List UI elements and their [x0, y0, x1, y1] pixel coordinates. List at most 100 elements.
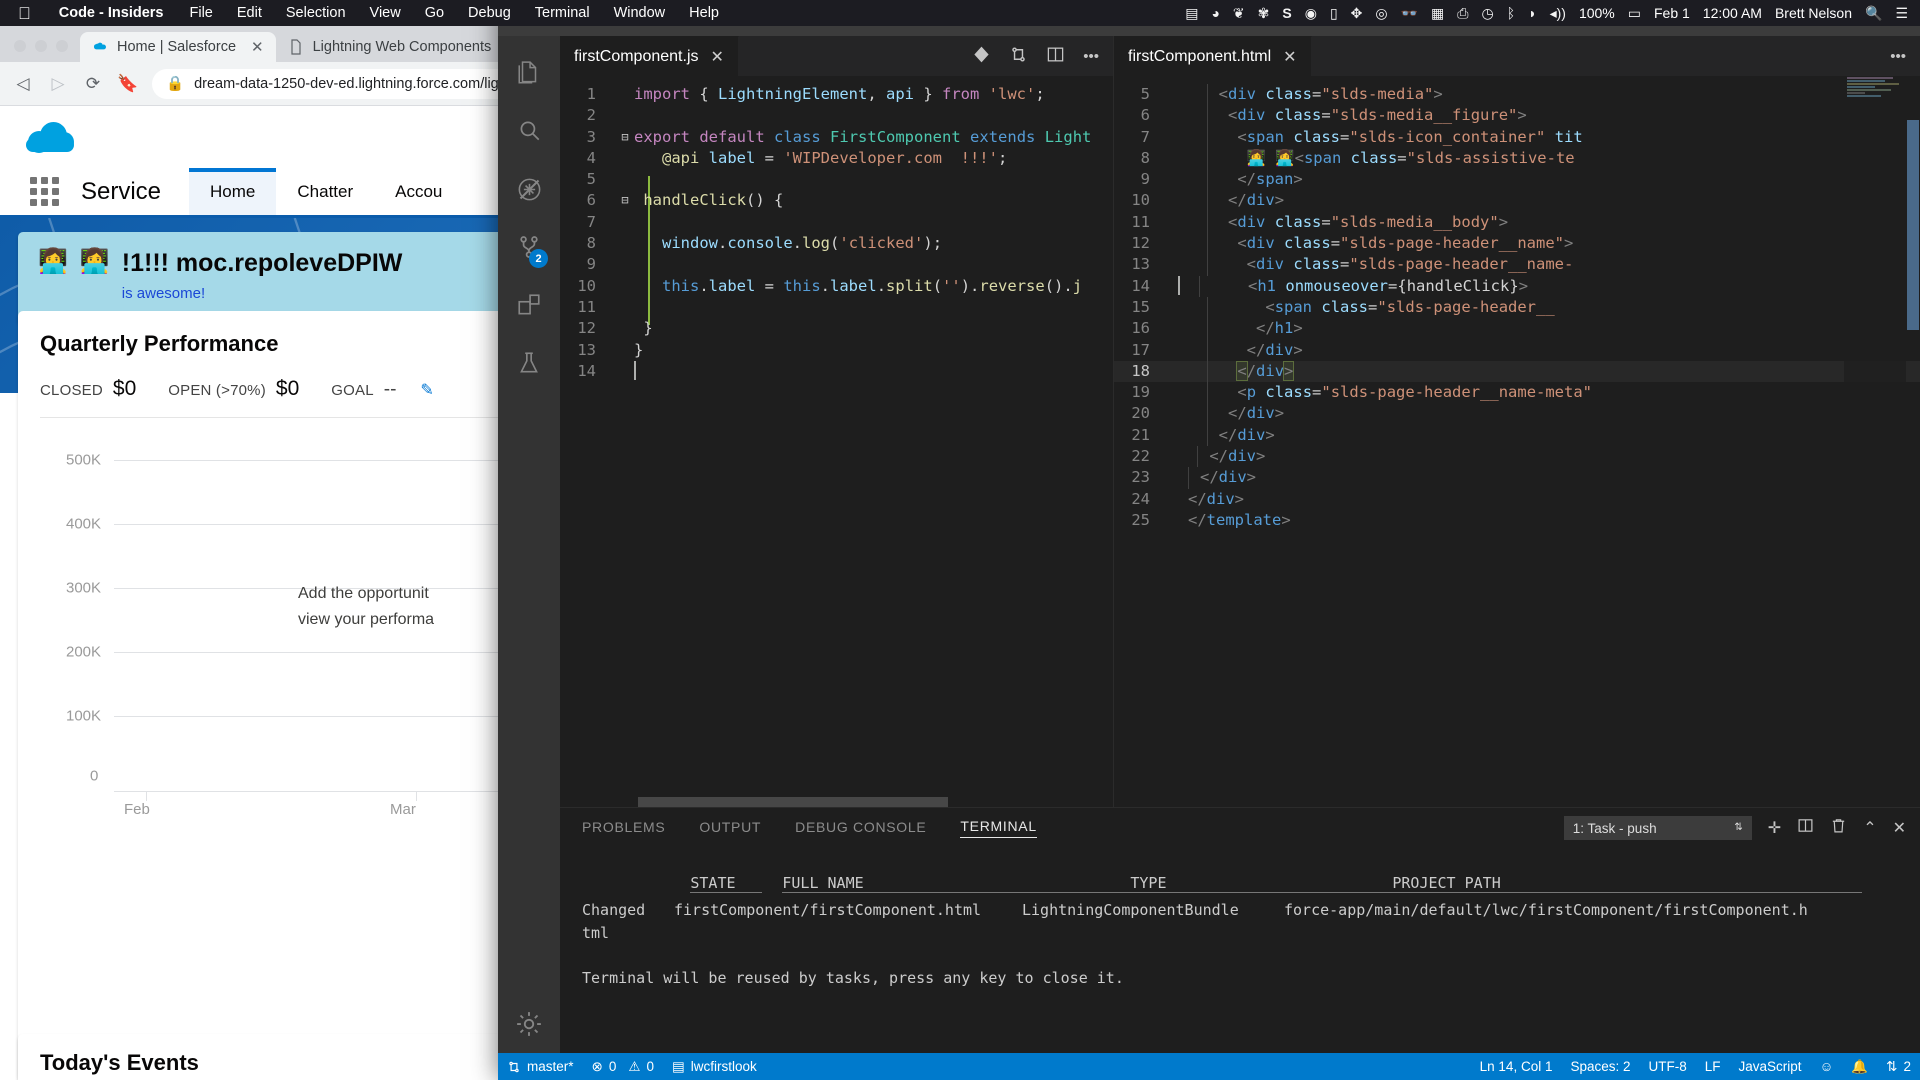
more-icon[interactable]: ••• [1083, 48, 1099, 65]
panel-tab-debug-console[interactable]: DEBUG CONSOLE [795, 819, 926, 838]
menubar-date[interactable]: Feb 1 [1654, 5, 1690, 21]
menubar-item-view[interactable]: View [358, 5, 413, 21]
salesforce-tab-home[interactable]: Home [189, 168, 277, 215]
battery-outline-icon[interactable]: ▭ [1628, 5, 1641, 22]
statusbar-encoding[interactable]: UTF-8 [1640, 1059, 1696, 1074]
activitybar-extensions[interactable] [498, 276, 560, 334]
source-control-icon[interactable] [1009, 45, 1028, 68]
vscroll-thumb[interactable] [1907, 120, 1919, 330]
code-line: 8 👩‍💻 👩‍💻<span class="slds-assistive-te [1114, 147, 1920, 170]
code-editor-js[interactable]: 1 import { LightningElement, api } from '… [560, 76, 1113, 807]
activitybar-testing[interactable] [498, 334, 560, 392]
alert-subtitle[interactable]: is awesome! [122, 285, 403, 302]
split-editor-icon[interactable] [1046, 45, 1065, 68]
browser-tab-salesforce[interactable]: Home | Salesforce ✕ [80, 32, 276, 62]
app-launcher-waffle-icon[interactable] [30, 177, 59, 206]
activitybar-source-control[interactable]: 2 [498, 218, 560, 276]
menubar-item-go[interactable]: Go [413, 5, 456, 21]
maximize-icon[interactable]: ⌃ [1863, 818, 1876, 838]
menubar-item-edit[interactable]: Edit [225, 5, 274, 21]
terminal-output[interactable]: STATE FULL NAME TYPE PROJECT PATH Changed fi… [560, 848, 1920, 1053]
trash-icon[interactable] [1830, 817, 1847, 839]
statusbar-remote[interactable]: ▤ lwcfirstlook [663, 1059, 766, 1075]
fan-icon[interactable]: ✾ [1258, 5, 1270, 22]
signal-off-icon[interactable]: ◎ [1375, 5, 1387, 22]
activitybar-search[interactable] [498, 102, 560, 160]
film-icon[interactable]: ▤ [1185, 5, 1198, 22]
bookmark-icon[interactable]: 🔖 [117, 74, 139, 94]
editor-tab-firstcomponent-js[interactable]: firstComponent.js ✕ [560, 36, 739, 76]
close-icon[interactable]: ✕ [1893, 818, 1906, 838]
feedback-icon[interactable]: ☺ [1811, 1059, 1843, 1074]
panel-tab-terminal[interactable]: TERMINAL [960, 818, 1037, 838]
browser-window-controls[interactable] [8, 40, 80, 62]
battery-percent[interactable]: 100% [1579, 5, 1615, 21]
editor-hscrollbar-js[interactable] [560, 797, 1113, 807]
pencil-icon[interactable]: ✎ [420, 380, 433, 400]
mask-icon[interactable]: ◕ [1211, 5, 1219, 21]
statusbar-eol[interactable]: LF [1696, 1059, 1730, 1074]
wifi-icon[interactable]: ◗ [1528, 5, 1536, 21]
menubar-item-terminal[interactable]: Terminal [523, 5, 602, 21]
airplay-icon[interactable]: ⎙ [1457, 5, 1468, 22]
time-machine-icon[interactable]: ◷ [1481, 5, 1493, 22]
bell-icon[interactable]: 🔔 [1842, 1059, 1877, 1075]
code-editor-html[interactable]: 5 <div class="slds-media"> 6 <div class=… [1114, 76, 1920, 807]
menubar-item-help[interactable]: Help [677, 5, 731, 21]
battery-icon[interactable]: ▯ [1330, 5, 1338, 22]
statusbar-cursor-position[interactable]: Ln 14, Col 1 [1471, 1059, 1562, 1074]
editor-vscrollbar-html[interactable] [1906, 76, 1920, 807]
cpu-icon[interactable]: ▦ [1431, 5, 1444, 22]
volume-icon[interactable]: ◂)) [1550, 5, 1566, 22]
split-diff-icon[interactable] [972, 45, 991, 68]
activitybar-explorer[interactable] [498, 44, 560, 102]
statusbar-sync[interactable]: ⇅ 2 [1877, 1059, 1920, 1075]
menubar-item-window[interactable]: Window [602, 5, 678, 21]
statusbar-branch[interactable]: master* [498, 1059, 583, 1074]
evernote-icon[interactable]: ❦ [1233, 5, 1245, 22]
control-center-icon[interactable]: ☰ [1895, 5, 1908, 22]
editor-group-html: firstComponent.html ✕ ••• 5 <div class="… [1113, 36, 1920, 807]
sketch-icon[interactable]: S [1282, 5, 1291, 21]
panel-tab-problems[interactable]: PROBLEMS [582, 819, 665, 838]
salesforce-tab-accounts[interactable]: Accou [374, 168, 463, 215]
search-icon[interactable]: 🔍 [1865, 5, 1882, 22]
forward-arrow-icon[interactable]: ▷ [47, 74, 69, 94]
terminal-selector[interactable]: 1: Task - push ⇅ [1563, 816, 1752, 840]
browser-close-button[interactable] [14, 40, 26, 52]
hscroll-thumb[interactable] [638, 797, 948, 807]
glasses-icon[interactable]: 👓 [1401, 5, 1418, 22]
statusbar-language-mode[interactable]: JavaScript [1730, 1059, 1811, 1074]
back-arrow-icon[interactable]: ◁ [12, 74, 34, 94]
browser-zoom-button[interactable] [56, 40, 68, 52]
editor-tab-firstcomponent-html[interactable]: firstComponent.html ✕ [1114, 36, 1312, 76]
apple-logo-icon[interactable]:  [0, 5, 45, 22]
editor-minimap-html[interactable] [1844, 76, 1906, 807]
more-icon[interactable]: ••• [1890, 48, 1906, 65]
panel-tab-output[interactable]: OUTPUT [699, 819, 761, 838]
statusbar-problems[interactable]: ⊗ 0 ⚠ 0 [583, 1059, 663, 1075]
close-icon[interactable]: ✕ [1283, 47, 1296, 67]
power-icon[interactable]: ◉ [1305, 5, 1317, 22]
salesforce-cloud-logo[interactable] [22, 120, 78, 154]
bluetooth-icon[interactable]: ᛒ [1507, 5, 1515, 21]
activitybar-settings[interactable] [498, 995, 560, 1053]
add-icon[interactable]: ✛ [1768, 818, 1781, 838]
statusbar-indentation[interactable]: Spaces: 2 [1561, 1059, 1639, 1074]
menubar-time[interactable]: 12:00 AM [1703, 5, 1762, 21]
menubar-app-name[interactable]: Code - Insiders [45, 5, 178, 21]
menubar-user[interactable]: Brett Nelson [1775, 5, 1852, 21]
close-icon[interactable]: ✕ [251, 38, 264, 56]
split-icon[interactable] [1797, 817, 1814, 839]
browser-minimize-button[interactable] [35, 40, 47, 52]
reload-icon[interactable]: ⟳ [82, 74, 104, 94]
menubar-item-debug[interactable]: Debug [456, 5, 523, 21]
close-icon[interactable]: ✕ [711, 47, 724, 67]
activitybar-debug[interactable] [498, 160, 560, 218]
menubar-item-file[interactable]: File [178, 5, 225, 21]
vscode-window: firstComponent.js — lwc-first-look [498, 0, 1920, 1080]
salesforce-tab-chatter[interactable]: Chatter [276, 168, 374, 215]
menubar-item-selection[interactable]: Selection [274, 5, 358, 21]
browser-tab-lwc[interactable]: Lightning Web Components [276, 32, 496, 62]
dropbox-icon[interactable]: ✥ [1351, 5, 1363, 22]
